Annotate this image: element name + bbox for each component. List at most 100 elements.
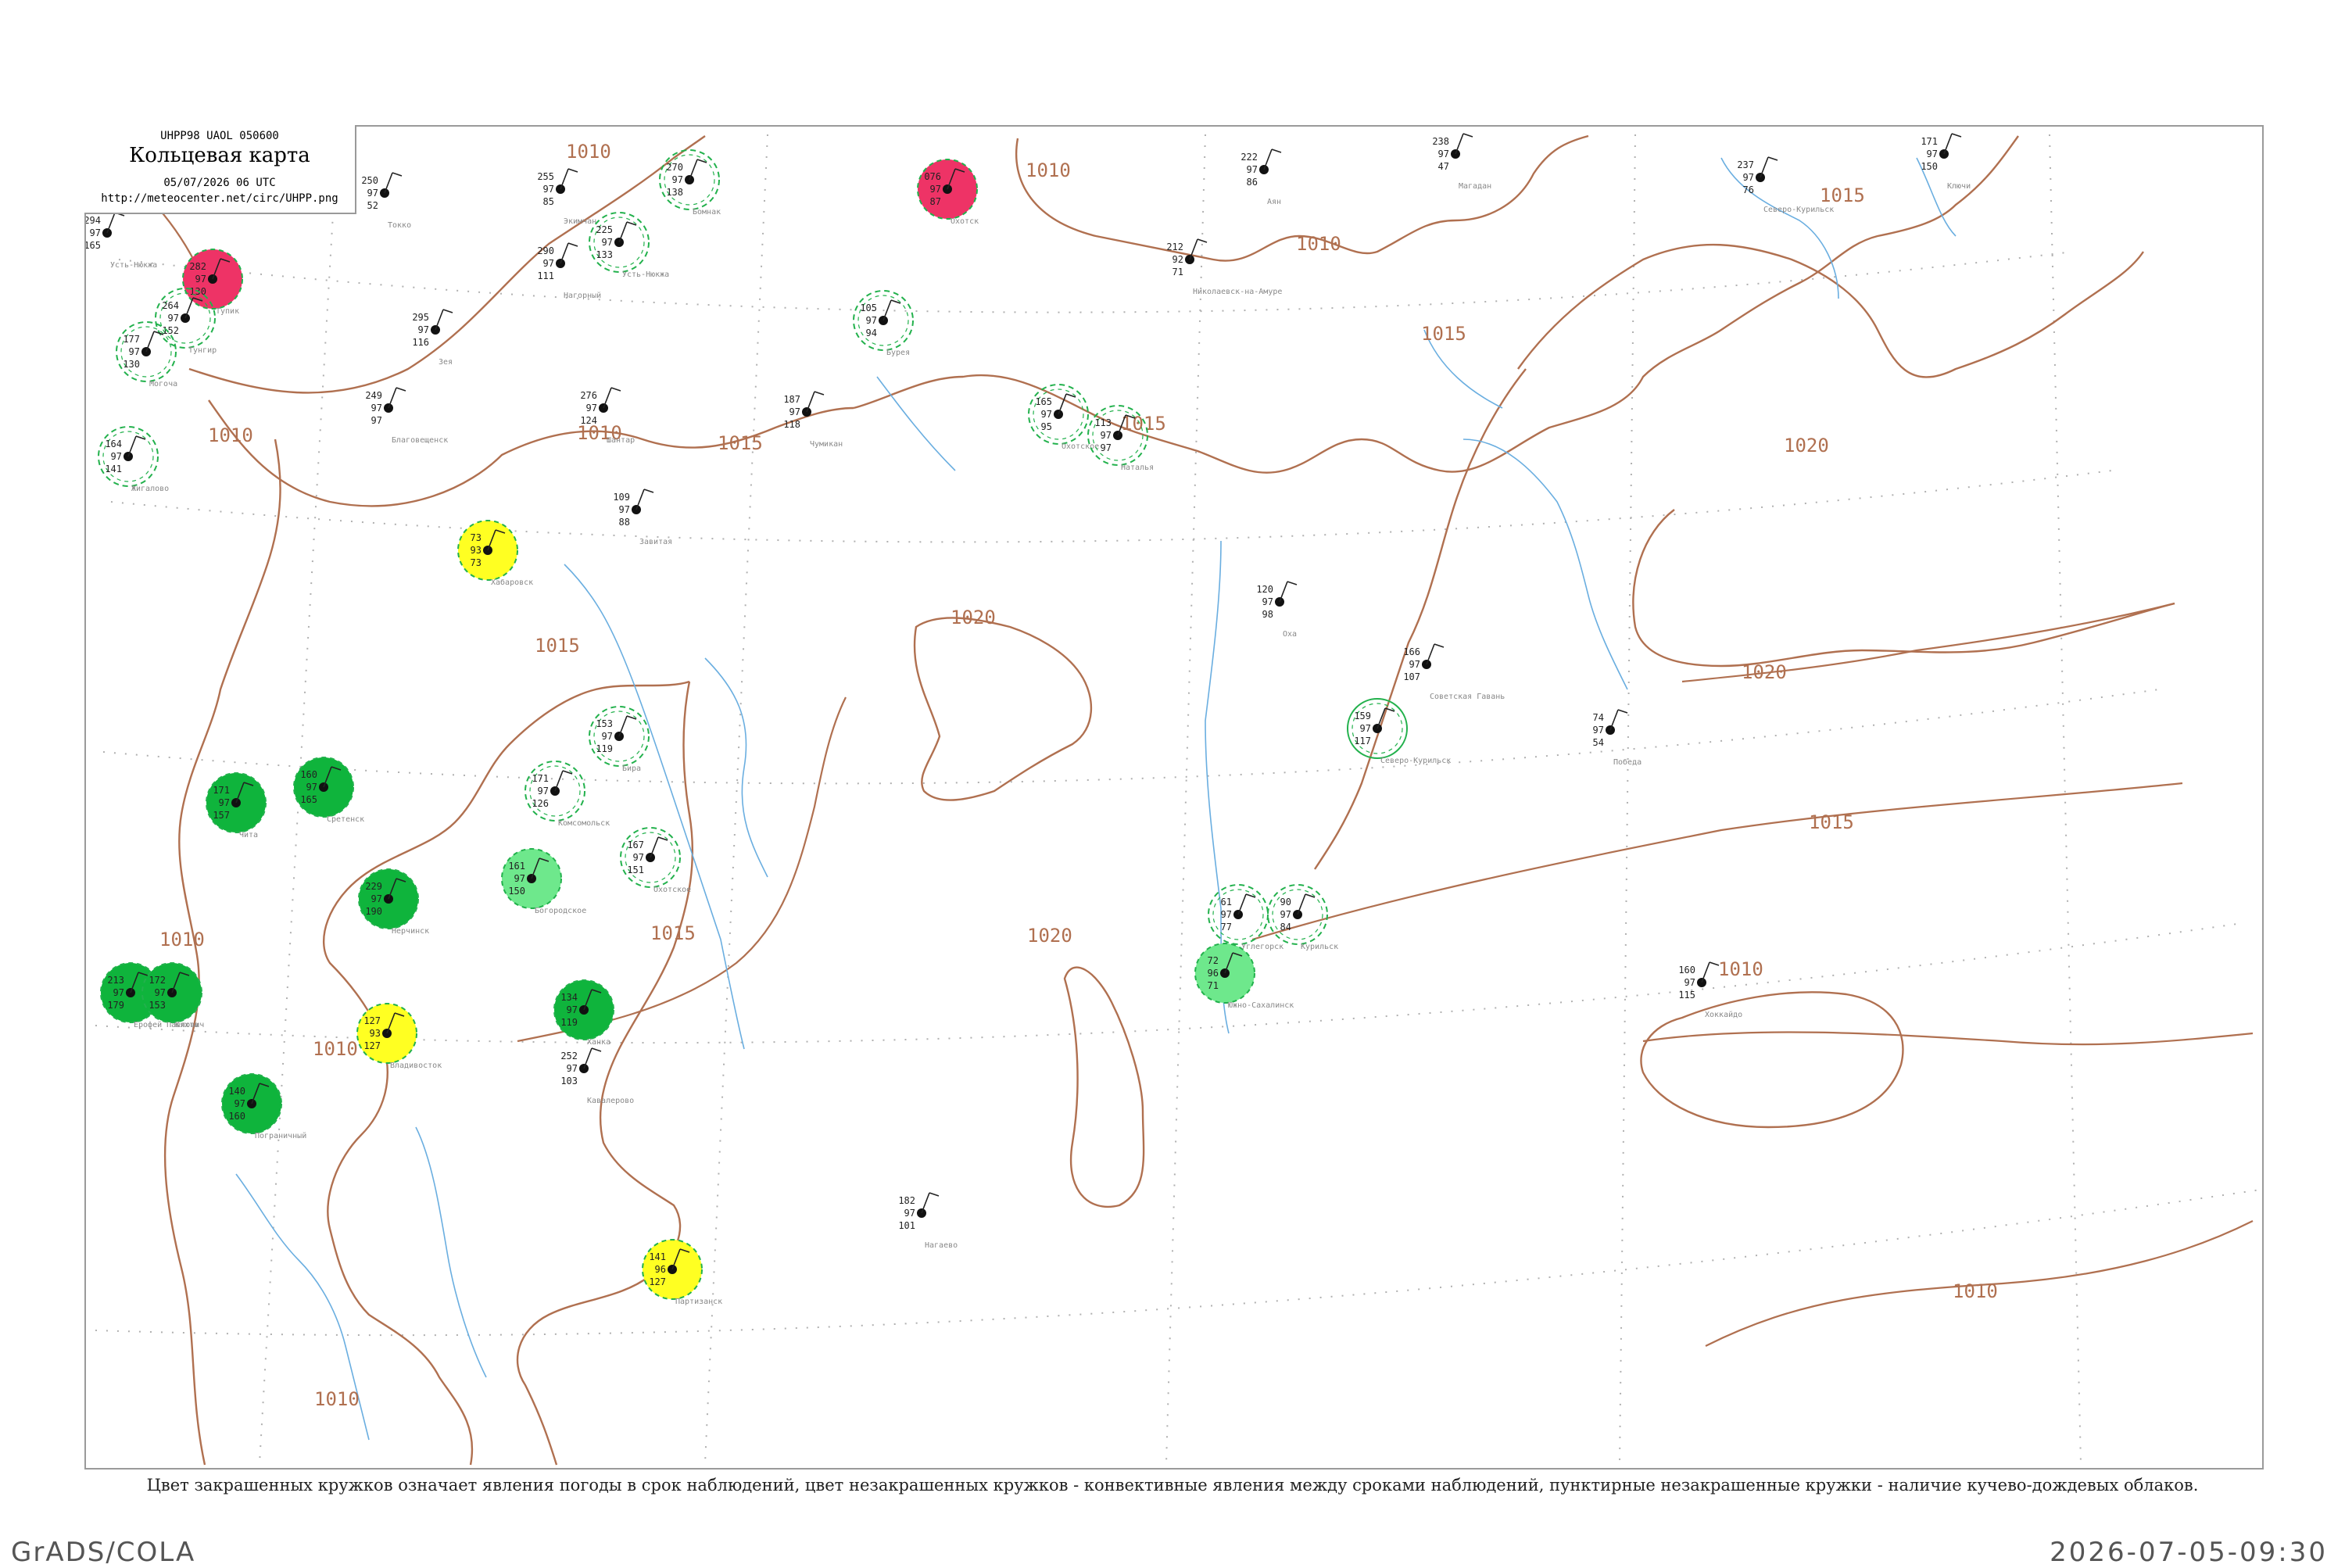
wind-barb bbox=[1943, 133, 1953, 155]
station-temp: 222 bbox=[1241, 152, 1258, 163]
station-pressure: 150 bbox=[508, 886, 525, 897]
wind-barb-feather bbox=[929, 1192, 940, 1197]
wind-barb-feather bbox=[643, 489, 654, 493]
station-pressure: 85 bbox=[543, 196, 554, 207]
station-temp: 294 bbox=[86, 215, 101, 226]
station-name: Ключи bbox=[1947, 182, 1971, 191]
weather-station: 250 9752 Токко bbox=[361, 172, 411, 230]
weather-station: 9097 84 Курильск bbox=[1267, 884, 1338, 951]
station-pressure: 117 bbox=[1354, 736, 1371, 746]
station-cloud: 97 bbox=[904, 1208, 915, 1219]
station-cloud: 97 bbox=[219, 797, 230, 808]
station-temp: 282 bbox=[189, 261, 206, 272]
station-pressure: 160 bbox=[228, 1111, 245, 1122]
station-pressure: 111 bbox=[537, 270, 554, 281]
station-name: Охотское bbox=[653, 886, 691, 894]
station-name: Оха bbox=[1283, 630, 1297, 639]
station-temp: 171 bbox=[532, 773, 549, 784]
station-cloud: 97 bbox=[90, 227, 101, 238]
station-cloud: 97 bbox=[1280, 909, 1291, 920]
station-temp: 167 bbox=[627, 839, 644, 850]
station-name: Богородское bbox=[535, 907, 586, 915]
station-cloud: 97 bbox=[1409, 659, 1420, 670]
station-cloud: 92 bbox=[1172, 254, 1183, 265]
station-name: Токко bbox=[388, 221, 411, 230]
weather-station: 171 97 150 Ключи bbox=[1921, 133, 1971, 191]
station-temp: 90 bbox=[1280, 897, 1291, 908]
isobar-label: 1020 bbox=[1742, 661, 1787, 683]
wind-barb bbox=[384, 172, 393, 194]
station-temp: 120 bbox=[1256, 584, 1273, 595]
station-pressure: 130 bbox=[123, 359, 140, 370]
footer-timestamp: 2026-07-05-09:30 bbox=[2050, 1537, 2328, 1568]
station-name: Тупик bbox=[216, 307, 239, 316]
station-temp: 140 bbox=[228, 1086, 245, 1097]
wind-barb bbox=[388, 387, 397, 409]
station-name: Усть-Нюкжа bbox=[622, 270, 669, 279]
station-name: Жигалово bbox=[131, 485, 169, 493]
station-name: Нагаево bbox=[925, 1241, 958, 1250]
station-temp: 72 bbox=[1208, 955, 1219, 966]
station-pressure: 119 bbox=[596, 743, 613, 754]
isobar-label: 1010 bbox=[1718, 958, 1763, 980]
station-pressure: 84 bbox=[1280, 922, 1291, 933]
weather-station: 160 97165 Сретенск bbox=[293, 757, 364, 824]
station-cloud: 97 bbox=[155, 987, 166, 998]
wind-barb bbox=[583, 1047, 593, 1069]
station-layer: 29497165Усть-Нюкжа28297130Тупик2509752То… bbox=[86, 133, 1971, 1306]
station-name: Северо-Курильск bbox=[1763, 206, 1834, 214]
station-pressure: 151 bbox=[627, 865, 644, 875]
map-canvas: 1010 1010 1010 1010 1010 1010 1010 1010 … bbox=[86, 133, 2261, 1466]
station-name: Чумикан bbox=[810, 440, 843, 449]
station-name: Благовещенск bbox=[392, 436, 448, 445]
station-temp: 213 bbox=[107, 975, 124, 986]
weather-station: 164 97 141 Жигалово bbox=[98, 426, 169, 493]
weather-station: 255 9785 Экимчан bbox=[537, 168, 596, 226]
station-pressure: 88 bbox=[619, 517, 630, 528]
station-name: Могоча bbox=[149, 380, 177, 388]
station-pressure: 124 bbox=[580, 415, 597, 426]
isobar-label: 1010 bbox=[1296, 233, 1341, 255]
station-cloud: 97 bbox=[567, 1063, 578, 1074]
station-pressure: 101 bbox=[898, 1220, 915, 1231]
isobar-label: 1020 bbox=[951, 607, 996, 628]
wind-barb-feather bbox=[1197, 238, 1208, 243]
station-cloud: 97 bbox=[371, 893, 382, 904]
station-cloud: 97 bbox=[543, 258, 554, 269]
wind-barb bbox=[435, 309, 444, 331]
weather-station: 16197 150 Богородское bbox=[501, 848, 586, 915]
wind-barb bbox=[618, 715, 628, 737]
station-pressure: 71 bbox=[1172, 267, 1183, 277]
wind-barb-feather bbox=[1951, 133, 1962, 138]
station-cloud: 97 bbox=[418, 324, 429, 335]
weather-station: 238 97 47 Магадан bbox=[1432, 133, 1491, 191]
station-cloud: 97 bbox=[1247, 164, 1258, 175]
station-cloud: 97 bbox=[113, 987, 124, 998]
weather-station: 27097 138 Бомнак bbox=[659, 149, 721, 217]
station-cloud: 97 bbox=[514, 873, 525, 884]
station-temp: 164 bbox=[105, 439, 122, 449]
station-temp: 182 bbox=[898, 1195, 915, 1206]
wind-barb-feather bbox=[1462, 133, 1473, 138]
station-pressure: 165 bbox=[300, 794, 317, 805]
isobar-label: 1015 bbox=[1809, 811, 1854, 833]
station-cloud: 97 bbox=[306, 782, 317, 793]
station-cloud: 97 bbox=[1262, 596, 1273, 607]
wind-barb-feather bbox=[1767, 156, 1778, 161]
station-pressure: 76 bbox=[1743, 184, 1754, 195]
map-datetime: 05/07/2026 06 UTC bbox=[163, 177, 276, 189]
station-cloud: 97 bbox=[168, 313, 179, 324]
station-temp: 127 bbox=[363, 1015, 381, 1026]
station-temp: 238 bbox=[1432, 136, 1449, 147]
station-pressure: 133 bbox=[596, 249, 613, 260]
station-pressure: 87 bbox=[930, 196, 941, 207]
station-temp: 250 bbox=[361, 175, 378, 186]
station-cloud: 93 bbox=[471, 545, 482, 556]
wind-barb bbox=[1701, 961, 1710, 983]
isobar-label: 1015 bbox=[1421, 323, 1466, 345]
station-pressure: 150 bbox=[1921, 161, 1938, 172]
weather-station: 22997 190 Нерчинск bbox=[358, 868, 429, 936]
station-pressure: 97 bbox=[1101, 442, 1112, 453]
station-temp: 61 bbox=[1221, 897, 1232, 908]
wind-barb bbox=[127, 435, 137, 457]
